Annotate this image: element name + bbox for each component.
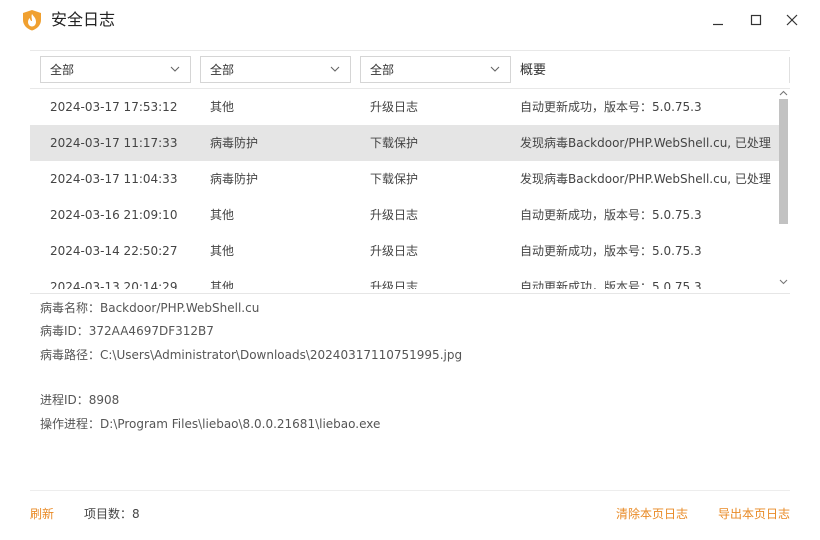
detail-virus-id: 病毒ID：372AA4697DF312B7	[40, 324, 214, 338]
header-divider	[789, 57, 790, 83]
log-summary: 自动更新成功，版本号：5.0.75.3	[520, 100, 702, 114]
chevron-down-icon	[490, 66, 500, 72]
log-category: 病毒防护	[210, 136, 259, 150]
chevron-down-icon	[330, 66, 340, 72]
footer-divider	[30, 490, 790, 491]
log-type: 升级日志	[370, 100, 419, 114]
log-summary: 自动更新成功，版本号：5.0.75.3	[520, 280, 702, 289]
footer-bar: 刷新 项目数： 8 清除本页日志 导出本页日志	[0, 505, 820, 525]
log-category: 其他	[210, 280, 235, 289]
log-row[interactable]: 2024-03-14 22:50:27 其他 升级日志 自动更新成功，版本号：5.0.…	[30, 233, 780, 269]
clear-page-logs-link[interactable]: 清除本页日志	[616, 505, 688, 523]
chevron-down-icon	[170, 66, 180, 72]
detail-virus-path: 病毒路径：C:\Users\Administrator\Downloads\20…	[40, 348, 463, 362]
filter-bar: 全部 全部 全部 概要	[30, 50, 790, 89]
log-category: 其他	[210, 100, 235, 114]
log-row[interactable]: 2024-03-17 17:53:12 其他 升级日志 自动更新成功，版本号：5.0.…	[30, 89, 780, 125]
log-time: 2024-03-13 20:14:29	[50, 280, 178, 289]
log-type: 下载保护	[370, 136, 419, 150]
scroll-down-arrow-icon[interactable]	[779, 279, 788, 285]
log-summary: 发现病毒Backdoor/PHP.WebShell.cu, 已处理	[520, 172, 771, 186]
log-category: 其他	[210, 208, 235, 222]
log-summary: 自动更新成功，版本号：5.0.75.3	[520, 208, 702, 222]
type-filter-select[interactable]: 全部	[200, 56, 351, 83]
log-row[interactable]: 2024-03-16 21:09:10 其他 升级日志 自动更新成功，版本号：5.0.…	[30, 197, 780, 233]
maximize-button[interactable]	[744, 8, 768, 32]
log-category: 其他	[210, 244, 235, 258]
scroll-up-arrow-icon[interactable]	[779, 90, 788, 96]
summary-column-header: 概要	[520, 63, 547, 78]
maximize-icon	[750, 14, 762, 26]
category-filter-value: 全部	[50, 63, 75, 77]
log-time: 2024-03-17 11:17:33	[50, 136, 178, 150]
shield-flame-logo-icon	[23, 10, 41, 31]
category-filter-select[interactable]: 全部	[40, 56, 191, 83]
log-time: 2024-03-17 17:53:12	[50, 100, 178, 114]
scrollbar-thumb[interactable]	[779, 99, 788, 224]
export-page-logs-link[interactable]: 导出本页日志	[718, 505, 790, 523]
log-list-scrollbar[interactable]	[776, 89, 790, 292]
close-button[interactable]	[780, 8, 804, 32]
list-divider	[30, 293, 790, 294]
log-row[interactable]: 2024-03-17 11:17:33 病毒防护 下载保护 发现病毒Backdoor/…	[30, 125, 780, 161]
log-type: 升级日志	[370, 280, 419, 289]
item-count-label: 项目数：	[84, 507, 133, 521]
minimize-button[interactable]	[706, 8, 730, 32]
log-row[interactable]: 2024-03-13 20:14:29 其他 升级日志 自动更新成功，版本号：5.0.…	[30, 269, 780, 289]
close-icon	[786, 14, 798, 26]
detail-process-path: 操作进程：D:\Program Files\liebao\8.0.0.21681…	[40, 417, 381, 431]
log-summary: 发现病毒Backdoor/PHP.WebShell.cu, 已处理	[520, 136, 771, 150]
window-title: 安全日志	[51, 10, 116, 29]
title-bar: 安全日志	[0, 0, 820, 40]
log-type: 升级日志	[370, 244, 419, 258]
log-category: 病毒防护	[210, 172, 259, 186]
log-row[interactable]: 2024-03-17 11:04:33 病毒防护 下载保护 发现病毒Backdoor/…	[30, 161, 780, 197]
log-type: 升级日志	[370, 208, 419, 222]
log-type: 下载保护	[370, 172, 419, 186]
log-time: 2024-03-14 22:50:27	[50, 244, 178, 258]
subtype-filter-select[interactable]: 全部	[360, 56, 511, 83]
subtype-filter-value: 全部	[370, 63, 395, 77]
item-count-value: 8	[132, 507, 140, 521]
type-filter-value: 全部	[210, 63, 235, 77]
refresh-link[interactable]: 刷新	[30, 505, 54, 523]
detail-process-id: 进程ID：8908	[40, 393, 120, 407]
detail-virus-name: 病毒名称：Backdoor/PHP.WebShell.cu	[40, 301, 260, 315]
log-time: 2024-03-17 11:04:33	[50, 172, 178, 186]
log-time: 2024-03-16 21:09:10	[50, 208, 178, 222]
minimize-icon	[713, 23, 723, 26]
log-summary: 自动更新成功，版本号：5.0.75.3	[520, 244, 702, 258]
log-list[interactable]: 2024-03-17 17:53:12 其他 升级日志 自动更新成功，版本号：5.0.…	[30, 89, 790, 289]
